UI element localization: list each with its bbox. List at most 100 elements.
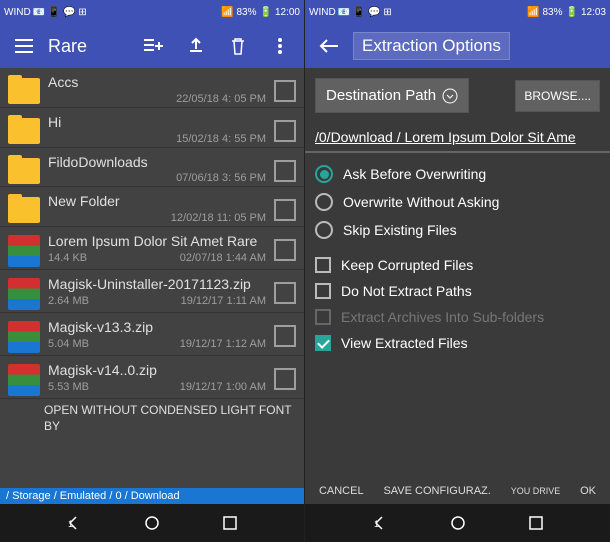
extraction-options: Destination Path BROWSE.... /0/Download … bbox=[305, 68, 610, 479]
file-date: 15/02/18 4: 55 PM bbox=[176, 133, 266, 145]
file-checkbox[interactable] bbox=[274, 120, 296, 142]
file-date: 02/07/18 1:44 AM bbox=[180, 252, 266, 264]
cancel-button[interactable]: CANCEL bbox=[319, 485, 364, 498]
checkbox-icon bbox=[315, 309, 331, 325]
signal-icon: 📶 bbox=[221, 7, 233, 18]
battery-label: 83% bbox=[237, 7, 257, 18]
file-size: 2.64 MB bbox=[48, 295, 89, 307]
app-title: Rare bbox=[48, 36, 87, 57]
upload-button[interactable] bbox=[178, 28, 214, 64]
radio-label: Ask Before Overwriting bbox=[343, 166, 486, 182]
check-label: Extract Archives Into Sub-folders bbox=[341, 309, 544, 325]
save-button[interactable]: SAVE CONFIGURAZ. bbox=[383, 485, 490, 498]
status-icons-right: 📧 📱 💬 ⊞ bbox=[338, 7, 392, 18]
file-name: Accs bbox=[48, 74, 266, 91]
file-row[interactable]: Magisk-v14..0.zip5.53 MB19/12/17 1:00 AM bbox=[0, 356, 304, 399]
file-checkbox[interactable] bbox=[274, 325, 296, 347]
back-button[interactable] bbox=[311, 28, 347, 64]
menu-button[interactable] bbox=[6, 28, 42, 64]
nav-back-icon[interactable]: 1 bbox=[65, 514, 83, 532]
check-option: Extract Archives Into Sub-folders bbox=[315, 309, 600, 325]
checkbox-icon bbox=[315, 257, 331, 273]
file-date: 19/12/17 1:12 AM bbox=[180, 338, 266, 350]
status-bar-right: WIND 📧 📱 💬 ⊞ 📶 83% 🔋 12:03 bbox=[305, 0, 610, 24]
nav-home-icon-r[interactable] bbox=[449, 514, 467, 532]
file-checkbox[interactable] bbox=[274, 80, 296, 102]
file-name: Magisk-v13.3.zip bbox=[48, 319, 266, 336]
file-checkbox[interactable] bbox=[274, 368, 296, 390]
carrier-label-r: WIND bbox=[309, 7, 336, 18]
file-row[interactable]: New Folder 12/02/18 11: 05 PM bbox=[0, 187, 304, 227]
file-date: 19/12/17 1:00 AM bbox=[180, 381, 266, 393]
radio-icon bbox=[315, 221, 333, 239]
file-checkbox[interactable] bbox=[274, 160, 296, 182]
radio-option[interactable]: Ask Before Overwriting bbox=[315, 165, 600, 183]
archive-icon bbox=[8, 278, 40, 310]
check-label: View Extracted Files bbox=[341, 335, 468, 351]
drive-button[interactable]: YOU DRIVE bbox=[511, 486, 561, 497]
page-title: Extraction Options bbox=[353, 32, 510, 60]
file-row[interactable]: Magisk-Uninstaller-20171123.zip2.64 MB19… bbox=[0, 270, 304, 313]
radio-icon bbox=[315, 165, 333, 183]
bottom-actions: CANCEL SAVE CONFIGURAZ. YOU DRIVE OK bbox=[305, 479, 610, 504]
file-row[interactable]: FildoDownloads07/06/18 3: 56 PM bbox=[0, 148, 304, 188]
folder-icon bbox=[8, 118, 40, 144]
add-list-button[interactable] bbox=[136, 28, 172, 64]
check-option[interactable]: Do Not Extract Paths bbox=[315, 283, 600, 299]
destination-label: Destination Path bbox=[326, 87, 436, 104]
file-name: Magisk-v14..0.zip bbox=[48, 362, 266, 379]
nav-recent-icon-r[interactable] bbox=[527, 514, 545, 532]
file-list[interactable]: Accs 22/05/18 4: 05 PM Hi 15/02/18 4: 55 PM… bbox=[0, 68, 304, 488]
folder-icon bbox=[8, 197, 40, 223]
nav-back-icon-r[interactable]: 1 bbox=[371, 514, 389, 532]
radio-icon bbox=[315, 193, 333, 211]
file-name: Magisk-Uninstaller-20171123.zip bbox=[48, 276, 266, 293]
status-icons-left: 📧 📱 💬 ⊞ bbox=[33, 7, 87, 18]
checkbox-icon bbox=[315, 335, 331, 351]
nav-recent-icon[interactable] bbox=[221, 514, 239, 532]
file-date: 22/05/18 4: 05 PM bbox=[176, 93, 266, 105]
radio-option[interactable]: Overwrite Without Asking bbox=[315, 193, 600, 211]
file-size: 14.4 KB bbox=[48, 252, 87, 264]
battery-icon: 🔋 bbox=[260, 7, 272, 18]
file-row[interactable]: Magisk-v13.3.zip 5.04 MB 19/12/17 1:12 AM bbox=[0, 313, 304, 356]
svg-text:1: 1 bbox=[374, 519, 379, 529]
file-checkbox[interactable] bbox=[274, 282, 296, 304]
file-row[interactable]: Hi 15/02/18 4: 55 PM bbox=[0, 108, 304, 148]
check-option[interactable]: View Extracted Files bbox=[315, 335, 600, 351]
browse-button[interactable]: BROWSE.... bbox=[515, 80, 600, 112]
svg-text:1: 1 bbox=[68, 519, 73, 529]
file-name: Hi bbox=[48, 114, 266, 131]
check-label: Do Not Extract Paths bbox=[341, 283, 472, 299]
radio-option[interactable]: Skip Existing Files bbox=[315, 221, 600, 239]
file-name: New Folder bbox=[48, 193, 266, 210]
checkbox-icon bbox=[315, 283, 331, 299]
file-size: 5.04 MB bbox=[48, 338, 89, 350]
battery-icon-r: 🔋 bbox=[566, 7, 578, 18]
file-date: 07/06/18 3: 56 PM bbox=[176, 172, 266, 184]
file-row[interactable]: Lorem Ipsum Dolor Sit Amet Rare14.4 KB02… bbox=[0, 227, 304, 270]
file-checkbox[interactable] bbox=[274, 239, 296, 261]
destination-button[interactable]: Destination Path bbox=[315, 78, 469, 113]
breadcrumb[interactable]: / Storage / Emulated / 0 / Download bbox=[0, 488, 304, 504]
radio-label: Overwrite Without Asking bbox=[343, 194, 499, 210]
carrier-label: WIND bbox=[4, 7, 31, 18]
ok-button[interactable]: OK bbox=[580, 485, 596, 498]
topbar-right: Extraction Options bbox=[305, 24, 610, 68]
status-bar-left: WIND 📧 📱 💬 ⊞ 📶 83% 🔋 12:00 bbox=[0, 0, 304, 24]
delete-button[interactable] bbox=[220, 28, 256, 64]
check-option[interactable]: Keep Corrupted Files bbox=[315, 257, 600, 273]
more-button[interactable] bbox=[262, 28, 298, 64]
time-label: 12:00 bbox=[275, 7, 300, 18]
archive-icon bbox=[8, 235, 40, 267]
archive-icon bbox=[8, 321, 40, 353]
open-without-label: OPEN WITHOUT CONDENSED LIGHT FONT BY bbox=[0, 399, 304, 434]
file-date: 12/02/18 11: 05 PM bbox=[171, 212, 266, 224]
file-name: FildoDownloads bbox=[48, 154, 266, 171]
folder-icon bbox=[8, 78, 40, 104]
nav-home-icon[interactable] bbox=[143, 514, 161, 532]
time-label-r: 12:03 bbox=[581, 7, 606, 18]
file-checkbox[interactable] bbox=[274, 199, 296, 221]
file-row[interactable]: Accs 22/05/18 4: 05 PM bbox=[0, 68, 304, 108]
destination-path[interactable]: /0/Download / Lorem Ipsum Dolor Sit Ame bbox=[305, 123, 610, 153]
